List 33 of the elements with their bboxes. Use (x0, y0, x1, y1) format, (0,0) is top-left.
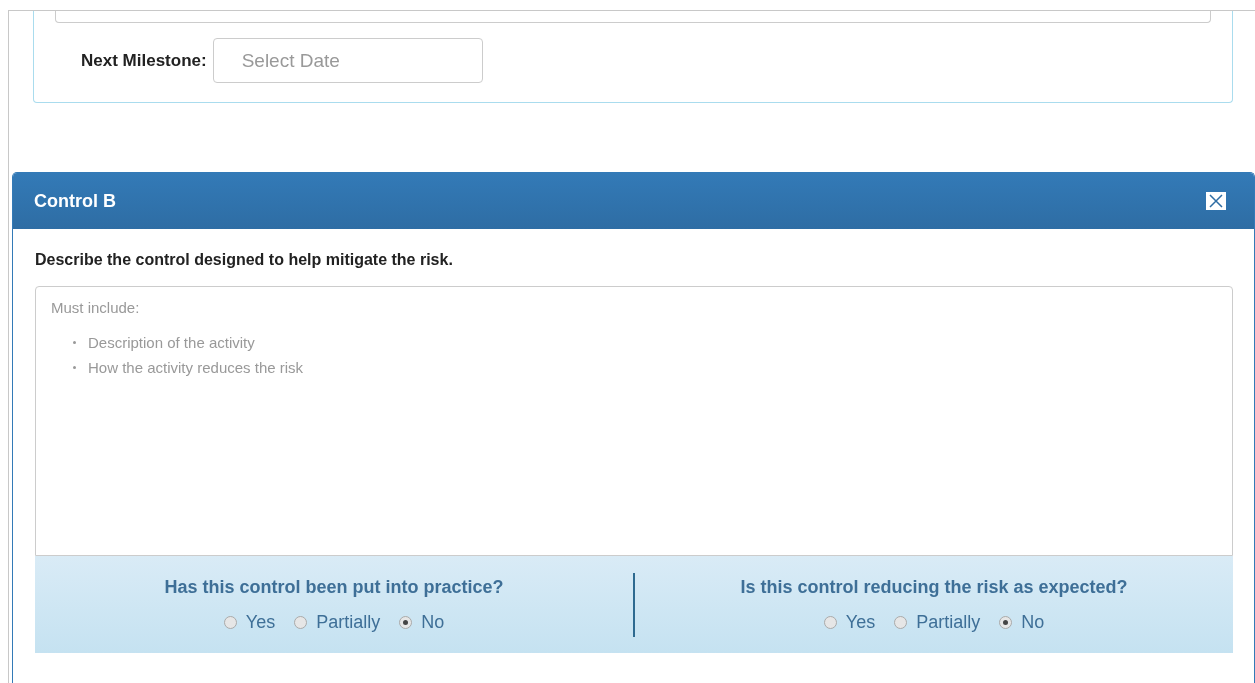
placeholder-item: How the activity reduces the risk (88, 359, 304, 376)
option-label: No (1021, 611, 1045, 633)
option-label: Yes (845, 611, 876, 633)
radio-button[interactable] (823, 615, 837, 629)
prompt-text: Describe the control designed to help mitigate the risk. (35, 251, 454, 269)
radio-button[interactable] (294, 615, 308, 629)
bullet-icon (73, 366, 76, 369)
radio-option[interactable]: Yes (223, 611, 276, 633)
radio-option[interactable]: Partially (294, 611, 381, 633)
radio-button[interactable] (399, 615, 413, 629)
radio-option[interactable]: No (399, 611, 445, 633)
close-button[interactable] (1206, 192, 1226, 210)
placeholder-item: Description of the activity (88, 334, 255, 351)
radio-option[interactable]: No (999, 611, 1045, 633)
date-field[interactable]: Select Date (212, 38, 483, 83)
radio-option[interactable]: Yes (823, 611, 876, 633)
description-field[interactable]: Must include: Description of the activity How the activity reduces the risk (35, 286, 1233, 556)
milestone-label: Next Milestone: (81, 50, 207, 71)
radio-button[interactable] (999, 615, 1013, 629)
question-text: Has this control been put into practice? (164, 576, 504, 598)
option-label: Partially (316, 611, 381, 633)
panel-title: Control B (34, 190, 116, 212)
option-label: No (421, 611, 445, 633)
close-icon (1208, 194, 1224, 208)
bullet-icon (73, 341, 76, 344)
placeholder-heading: Must include: (51, 299, 141, 316)
text-field[interactable] (55, 11, 1211, 23)
radio-button[interactable] (223, 615, 237, 629)
option-label: Yes (245, 611, 276, 633)
radio-option[interactable]: Partially (894, 611, 981, 633)
radio-button[interactable] (894, 615, 908, 629)
option-label: Partially (916, 611, 981, 633)
question-text: Is this control reducing the risk as expected? (740, 576, 1128, 598)
